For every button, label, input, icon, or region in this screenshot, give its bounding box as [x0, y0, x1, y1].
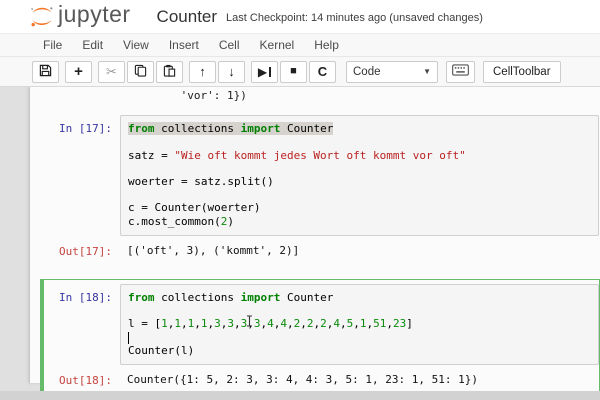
mouse-ibeam-cursor — [247, 315, 252, 327]
text-cursor — [128, 331, 129, 344]
toolbar-group: ↑ ↓ — [189, 60, 245, 83]
insert-cell-button[interactable]: + — [65, 60, 92, 83]
code-cell[interactable]: In [17]: from collections import Counter … — [40, 110, 600, 271]
cell-type-select[interactable]: Code ▼ — [346, 60, 438, 83]
code-line — [128, 331, 591, 344]
keyboard-icon — [452, 64, 469, 79]
code-line: woerter = satz.split() — [128, 175, 274, 189]
menu-item-insert[interactable]: Insert — [159, 34, 209, 57]
chevron-down-icon: ▼ — [423, 67, 431, 76]
toolbar: + ✂ ↑ ↓ ▶ ■ C Code ▼ CellToolbar — [0, 57, 600, 87]
notebook-container: 'vor': 1}) In [17]: from collections impo… — [29, 87, 600, 400]
floppy-icon — [39, 64, 52, 80]
menu-item-view[interactable]: View — [113, 34, 159, 57]
menu-item-help[interactable]: Help — [304, 34, 349, 57]
move-cell-up-button[interactable]: ↑ — [189, 60, 216, 83]
code-line: from collections import Counter — [128, 122, 591, 136]
output-text: Counter({1: 5, 2: 3, 3: 4, 4: 3, 5: 1, 2… — [127, 373, 478, 387]
header: jupyter Counter Last Checkpoint: 14 minu… — [0, 0, 600, 34]
code-line: from collections import Counter — [128, 291, 334, 305]
code-line: Counter(l) — [128, 343, 195, 357]
code-line: c = Counter(woerter) — [128, 201, 261, 215]
page-bottom-band — [0, 391, 600, 400]
paste-icon — [163, 64, 176, 80]
cut-cells-button[interactable]: ✂ — [98, 60, 125, 83]
notebook-area[interactable]: 'vor': 1}) In [17]: from collections impo… — [0, 87, 600, 400]
save-notebook-button[interactable] — [32, 60, 59, 83]
copy-icon — [134, 64, 147, 80]
jupyter-logo-text: jupyter — [58, 1, 131, 27]
copy-cells-button[interactable] — [127, 60, 154, 83]
jupyter-logo-icon — [31, 7, 53, 27]
toolbar-group: ✂ — [98, 60, 183, 83]
toolbar-group — [32, 60, 59, 83]
run-icon-bar — [269, 66, 272, 77]
menu-item-edit[interactable]: Edit — [72, 34, 113, 57]
arrow-down-icon: ↓ — [228, 64, 235, 79]
toolbar-button-groups: + ✂ ↑ ↓ ▶ ■ C — [32, 60, 342, 83]
input-prompt: In [18]: — [59, 291, 112, 305]
jupyter-logo[interactable]: jupyter — [29, 1, 131, 30]
code-input-area[interactable]: from collections import Counter l = [1,1… — [120, 284, 599, 366]
input-prompt: In [17]: — [59, 122, 112, 136]
arrow-up-icon: ↑ — [199, 64, 206, 79]
code-line: c.most_common(2) — [128, 214, 234, 228]
run-icon: ▶ — [257, 64, 268, 79]
scissors-icon: ✂ — [106, 64, 117, 79]
output-prompt: Out[18]: — [59, 374, 112, 388]
jupyter-notebook-app: jupyter Counter Last Checkpoint: 14 minu… — [0, 0, 600, 400]
text-selection: from collections import Counter — [128, 122, 334, 136]
notebook-title[interactable]: Counter — [157, 7, 217, 27]
cell-type-value: Code — [353, 65, 381, 78]
code-line: satz = "Wie oft kommt jedes Wort oft kom… — [128, 148, 466, 162]
restart-icon: C — [317, 64, 328, 79]
code-input-area[interactable]: from collections import Counter satz = "… — [120, 115, 599, 236]
cell-list: In [17]: from collections import Counter … — [40, 110, 600, 400]
paste-cells-button[interactable] — [156, 60, 183, 83]
run-cell-button[interactable]: ▶ — [251, 60, 278, 83]
code-cell-selected[interactable]: In [18]: from collections import Counter … — [40, 279, 600, 400]
menu-item-file[interactable]: File — [33, 34, 72, 57]
code-line: l = [1,1,1,1,3,3,3,3,4,4,2,2,2,4,5,1,51,… — [128, 317, 413, 331]
scrolled-output-remnant: 'vor': 1}) — [121, 89, 247, 102]
menubar: File Edit View Insert Cell Kernel Help — [0, 34, 600, 57]
cell-toolbar-button[interactable]: CellToolbar — [483, 60, 561, 83]
output-prompt: Out[17]: — [59, 244, 112, 258]
keyboard-shortcuts-button[interactable] — [446, 60, 475, 83]
checkpoint-status: Last Checkpoint: 14 minutes ago (unsaved… — [226, 11, 483, 24]
restart-kernel-button[interactable]: C — [309, 60, 336, 83]
output-text: [('oft', 3), ('kommt', 2)] — [127, 243, 300, 257]
stop-icon: ■ — [290, 65, 297, 77]
menu-item-cell[interactable]: Cell — [209, 34, 250, 57]
interrupt-kernel-button[interactable]: ■ — [280, 60, 307, 83]
plus-icon: + — [74, 63, 83, 80]
toolbar-group: + — [65, 60, 92, 83]
menu-item-kernel[interactable]: Kernel — [250, 34, 305, 57]
move-cell-down-button[interactable]: ↓ — [218, 60, 245, 83]
toolbar-group: ▶ ■ C — [251, 60, 336, 83]
